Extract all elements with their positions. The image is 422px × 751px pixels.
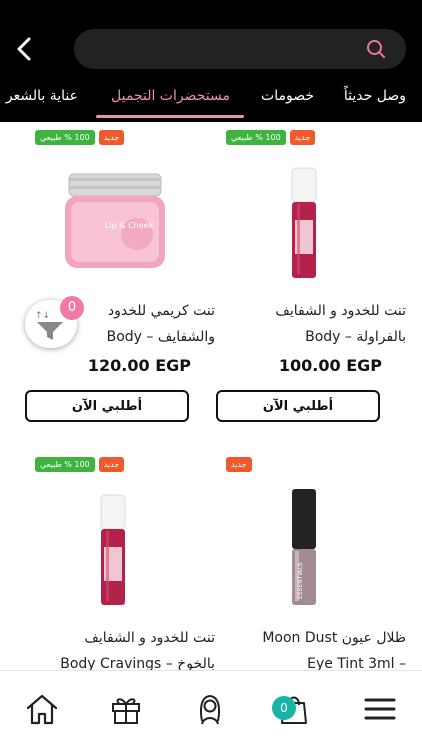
cart-count-badge: 0 <box>272 696 296 720</box>
product-title-line1: تنت للخدود و الشفايف <box>275 303 406 319</box>
product-title-line1: تنت للخدود و الشفايف <box>84 630 215 646</box>
tab-cosmetics[interactable]: مستحضرات التجميل <box>111 88 230 104</box>
search-input[interactable] <box>90 37 364 63</box>
active-tab-indicator <box>96 115 244 118</box>
new-badge: جديد <box>98 130 125 145</box>
product-card[interactable]: 100 % طبيعي جديد Lip & Cheek تنت كريمي ل… <box>25 122 215 442</box>
product-title[interactable]: تنت للخدود و الشفايف بالخوخ – Body Cravi… <box>25 625 215 670</box>
product-card[interactable]: جديد ESSENTIALS ظلال عيون Moon Dust – Ey… <box>216 449 406 670</box>
product-title-line1: ظلال عيون Moon Dust <box>262 630 406 646</box>
gift-icon[interactable] <box>108 691 144 727</box>
product-price: 120.00 EGP <box>87 356 191 375</box>
svg-text:ESSENTIALS: ESSENTIALS <box>297 562 304 599</box>
tab-new-arrivals[interactable]: وصل حديثاً <box>344 88 406 104</box>
order-now-button[interactable]: أطلبي الآن <box>216 390 380 422</box>
svg-text:↑↓: ↑↓ <box>35 311 50 321</box>
product-card[interactable]: 100 % طبيعي جديد تنت للخدود و الشفايف با… <box>25 449 215 670</box>
product-badges: 100 % طبيعي جديد <box>35 130 125 145</box>
menu-icon[interactable] <box>362 691 398 727</box>
bottom-navigation <box>0 670 422 751</box>
category-tabs: وصل حديثاً خصومات مستحضرات التجميل عناية… <box>0 82 422 122</box>
new-badge: جديد <box>289 130 316 145</box>
product-price: 100.00 EGP <box>278 356 382 375</box>
product-image[interactable] <box>25 479 215 609</box>
new-badge: جديد <box>98 457 125 472</box>
product-badges: 100 % طبيعي جديد <box>226 130 316 145</box>
product-title[interactable]: تنت للخدود و الشفايف بالفراولة – Body <box>216 298 406 350</box>
product-title-line2: بالخوخ – Body Cravings <box>60 656 215 670</box>
product-badges: جديد <box>226 457 252 472</box>
product-image[interactable] <box>216 152 406 282</box>
product-image[interactable]: ESSENTIALS <box>216 479 406 609</box>
home-icon[interactable] <box>24 691 60 727</box>
account-icon[interactable] <box>192 691 228 727</box>
natural-badge: 100 % طبيعي <box>226 130 286 145</box>
product-title[interactable]: ظلال عيون Moon Dust – Eye Tint 3ml <box>216 625 406 670</box>
natural-badge: 100 % طبيعي <box>35 130 95 145</box>
product-image[interactable]: Lip & Cheek <box>25 152 215 282</box>
product-card[interactable]: 100 % طبيعي جديد تنت للخدود و الشفايف با… <box>216 122 406 442</box>
search-bar[interactable] <box>74 29 406 69</box>
product-title-line2: بالفراولة – Body <box>305 329 406 345</box>
product-grid: 100 % طبيعي جديد تنت للخدود و الشفايف با… <box>0 122 422 670</box>
order-now-button[interactable]: أطلبي الآن <box>25 390 189 422</box>
filter-count-badge: 0 <box>60 296 84 320</box>
svg-text:Lip & Cheek: Lip & Cheek <box>105 221 154 230</box>
natural-badge: 100 % طبيعي <box>35 457 95 472</box>
back-arrow-icon[interactable] <box>12 36 36 62</box>
search-icon[interactable] <box>366 39 386 59</box>
tab-hair-care[interactable]: عناية بالشعر <box>6 88 78 104</box>
product-badges: 100 % طبيعي جديد <box>35 457 125 472</box>
tab-discounts[interactable]: خصومات <box>261 88 314 104</box>
product-title-line2: – Eye Tint 3ml <box>307 656 406 670</box>
top-bar: وصل حديثاً خصومات مستحضرات التجميل عناية… <box>0 0 422 122</box>
new-badge: جديد <box>226 457 252 472</box>
